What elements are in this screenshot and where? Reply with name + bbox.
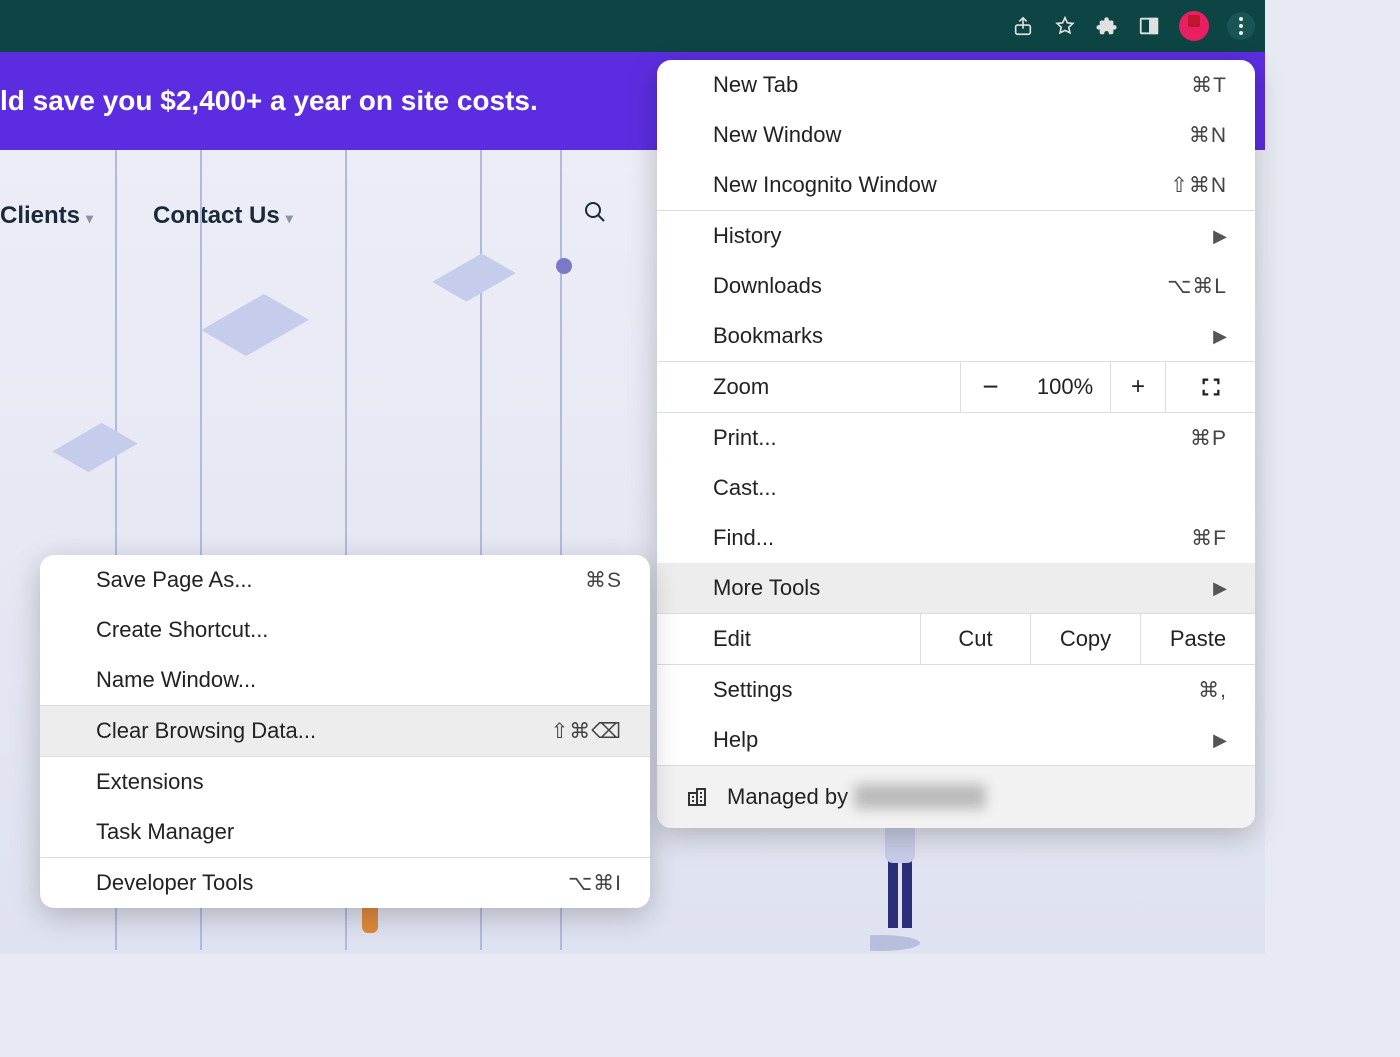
menu-print[interactable]: Print... ⌘P [657, 413, 1255, 463]
shortcut-text: ⌘, [1198, 678, 1227, 703]
caret-down-icon: ▾ [286, 210, 293, 226]
zoom-out-button[interactable]: − [960, 362, 1020, 412]
browser-toolbar [0, 0, 1265, 52]
share-icon[interactable] [1011, 14, 1035, 38]
edit-paste-button[interactable]: Paste [1140, 614, 1255, 664]
shortcut-text: ⌘S [585, 568, 622, 593]
shortcut-text: ⌘T [1191, 73, 1227, 98]
menu-settings-label: Settings [713, 677, 793, 703]
submenu-save-page-label: Save Page As... [96, 567, 253, 593]
submenu-create-shortcut[interactable]: Create Shortcut... [40, 605, 650, 655]
shortcut-text: ⇧⌘N [1170, 173, 1227, 198]
profile-avatar[interactable] [1179, 11, 1209, 41]
nav-clients[interactable]: Clients ▾ [0, 202, 93, 230]
submenu-task-manager-label: Task Manager [96, 819, 234, 845]
menu-bookmarks-label: Bookmarks [713, 323, 823, 349]
submenu-dev-tools-label: Developer Tools [96, 870, 253, 896]
menu-history-label: History [713, 223, 781, 249]
chevron-right-icon: ▶ [1213, 578, 1227, 599]
submenu-name-window-label: Name Window... [96, 667, 256, 693]
search-icon[interactable] [583, 200, 607, 231]
menu-find-label: Find... [713, 525, 774, 551]
more-tools-submenu: Save Page As... ⌘S Create Shortcut... Na… [40, 555, 650, 908]
submenu-name-window[interactable]: Name Window... [40, 655, 650, 705]
edit-cut-button[interactable]: Cut [920, 614, 1030, 664]
managed-by-org: redacted org [854, 784, 986, 809]
zoom-percent: 100% [1020, 362, 1110, 412]
menu-more-tools[interactable]: More Tools ▶ [657, 563, 1255, 613]
menu-help-label: Help [713, 727, 758, 753]
menu-new-window-label: New Window [713, 122, 841, 148]
menu-more-tools-label: More Tools [713, 575, 820, 601]
submenu-developer-tools[interactable]: Developer Tools ⌥⌘I [40, 858, 650, 908]
shortcut-text: ⌘N [1189, 123, 1227, 148]
menu-find[interactable]: Find... ⌘F [657, 513, 1255, 563]
submenu-task-manager[interactable]: Task Manager [40, 807, 650, 857]
menu-zoom-label: Zoom [657, 362, 960, 412]
menu-cast-label: Cast... [713, 475, 777, 501]
chevron-right-icon: ▶ [1213, 730, 1227, 751]
edit-copy-button[interactable]: Copy [1030, 614, 1140, 664]
submenu-save-page[interactable]: Save Page As... ⌘S [40, 555, 650, 605]
submenu-create-shortcut-label: Create Shortcut... [96, 617, 268, 643]
shortcut-text: ⌥⌘I [568, 871, 622, 896]
nav-clients-label: Clients [0, 202, 80, 229]
menu-cast[interactable]: Cast... [657, 463, 1255, 513]
submenu-extensions-label: Extensions [96, 769, 204, 795]
menu-edit-row: Edit Cut Copy Paste [657, 613, 1255, 665]
submenu-clear-browsing-data[interactable]: Clear Browsing Data... ⇧⌘⌫ [40, 706, 650, 756]
building-icon [685, 785, 709, 809]
fullscreen-button[interactable] [1165, 362, 1255, 412]
more-menu-icon[interactable] [1227, 12, 1255, 40]
menu-settings[interactable]: Settings ⌘, [657, 665, 1255, 715]
managed-by-prefix: Managed by [727, 784, 854, 809]
managed-by-text: Managed by redacted org [727, 784, 986, 810]
extensions-icon[interactable] [1095, 14, 1119, 38]
promo-text: ld save you $2,400+ a year on site costs… [0, 85, 538, 117]
shortcut-text: ⌘P [1190, 426, 1227, 451]
shortcut-text: ⌥⌘L [1167, 274, 1227, 299]
menu-new-window[interactable]: New Window ⌘N [657, 110, 1255, 160]
menu-downloads-label: Downloads [713, 273, 822, 299]
menu-new-tab-label: New Tab [713, 72, 798, 98]
menu-edit-label: Edit [657, 614, 920, 664]
zoom-in-button[interactable]: + [1110, 362, 1165, 412]
nav-contact-label: Contact Us [153, 202, 280, 229]
menu-zoom-row: Zoom − 100% + [657, 361, 1255, 413]
shortcut-text: ⌘F [1191, 526, 1227, 551]
menu-history[interactable]: History ▶ [657, 211, 1255, 261]
submenu-extensions[interactable]: Extensions [40, 757, 650, 807]
submenu-clear-data-label: Clear Browsing Data... [96, 718, 316, 744]
panel-icon[interactable] [1137, 14, 1161, 38]
chevron-right-icon: ▶ [1213, 226, 1227, 247]
menu-incognito[interactable]: New Incognito Window ⇧⌘N [657, 160, 1255, 210]
menu-incognito-label: New Incognito Window [713, 172, 937, 198]
menu-bookmarks[interactable]: Bookmarks ▶ [657, 311, 1255, 361]
menu-downloads[interactable]: Downloads ⌥⌘L [657, 261, 1255, 311]
menu-new-tab[interactable]: New Tab ⌘T [657, 60, 1255, 110]
caret-down-icon: ▾ [86, 210, 93, 226]
menu-help[interactable]: Help ▶ [657, 715, 1255, 765]
nav-contact[interactable]: Contact Us ▾ [153, 202, 293, 230]
bookmark-star-icon[interactable] [1053, 14, 1077, 38]
chrome-main-menu: New Tab ⌘T New Window ⌘N New Incognito W… [657, 60, 1255, 828]
shortcut-text: ⇧⌘⌫ [551, 719, 622, 744]
menu-print-label: Print... [713, 425, 777, 451]
menu-managed-by[interactable]: Managed by redacted org [657, 765, 1255, 828]
chevron-right-icon: ▶ [1213, 326, 1227, 347]
